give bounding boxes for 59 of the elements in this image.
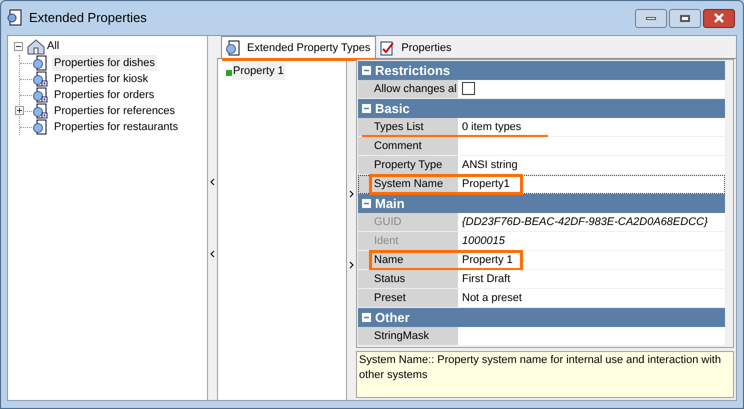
property-value: 1000015 <box>461 234 505 249</box>
document-icon <box>225 40 241 56</box>
tree-item[interactable]: Properties for kiosk <box>52 70 150 88</box>
category-label: Basic <box>375 100 410 118</box>
tree-item[interactable]: Properties for references <box>52 102 178 120</box>
property-value: {DD23F76D-BEAC-42DF-983E-CA2D0A68EDCC} <box>461 215 708 230</box>
property-value: First Draft <box>461 272 510 287</box>
minimize-icon <box>646 16 656 20</box>
expand-right-icon[interactable] <box>348 258 355 271</box>
checkbox[interactable] <box>462 82 475 95</box>
maximize-button[interactable] <box>669 8 701 28</box>
property-label: Status <box>358 270 458 288</box>
document-icon <box>32 55 48 71</box>
property-row[interactable]: Types List 0 item types <box>358 118 725 137</box>
app-icon <box>7 9 23 27</box>
tree-item[interactable]: Properties for dishes <box>52 54 157 72</box>
description-text: System Name:: Property system name for internal use and interaction with other systems <box>356 351 734 398</box>
window-title: Extended Properties <box>29 9 147 28</box>
category-label: Restrictions <box>375 62 450 80</box>
property-label: Types List <box>358 118 458 136</box>
maximize-icon <box>680 14 690 22</box>
tree-item[interactable]: Properties for restaurants <box>52 118 180 136</box>
property-row[interactable]: System Name Property1 <box>358 175 725 194</box>
category-label: Main <box>375 194 405 213</box>
tree-item[interactable]: All <box>47 38 60 55</box>
house-icon <box>27 38 45 54</box>
item-icon <box>226 70 232 76</box>
expand-icon[interactable] <box>15 106 24 115</box>
collapse-icon[interactable] <box>14 42 23 51</box>
close-button[interactable] <box>703 8 735 28</box>
document-icon <box>32 119 48 135</box>
property-row[interactable]: Name Property 1 <box>358 251 725 270</box>
category-label: Other <box>375 308 410 327</box>
checklist-icon <box>379 40 396 56</box>
property-row[interactable]: Property Type ANSI string <box>358 156 725 175</box>
collapse-left-icon[interactable] <box>209 176 216 188</box>
property-row[interactable]: StringMask <box>358 327 725 346</box>
property-value: Property1 <box>461 177 510 192</box>
property-value: 0 item types <box>461 120 522 135</box>
property-value: Property 1 <box>461 253 513 268</box>
property-label: Property Type <box>358 156 458 174</box>
collapse-left-icon[interactable] <box>209 248 216 260</box>
property-label: StringMask <box>358 327 458 345</box>
property-value: Not a preset <box>461 291 522 306</box>
tab[interactable]: Properties <box>376 38 456 58</box>
minimize-button[interactable] <box>635 8 667 28</box>
tree-item[interactable]: Properties for orders <box>52 86 156 104</box>
property-label: Allow changes al <box>358 80 458 98</box>
property-label: GUID <box>358 213 458 231</box>
tab[interactable]: Extended Property Types <box>221 36 376 59</box>
close-icon <box>713 13 725 23</box>
property-label: Ident <box>358 232 458 250</box>
property-row[interactable]: Status First Draft <box>358 270 725 289</box>
property-label: Preset <box>358 289 458 307</box>
property-label: Comment <box>358 137 458 155</box>
property-row[interactable]: Comment <box>358 137 725 156</box>
list-item[interactable]: Property 1 <box>232 63 285 80</box>
property-value: ANSI string <box>461 158 518 173</box>
property-row[interactable]: Preset Not a preset <box>358 289 725 308</box>
